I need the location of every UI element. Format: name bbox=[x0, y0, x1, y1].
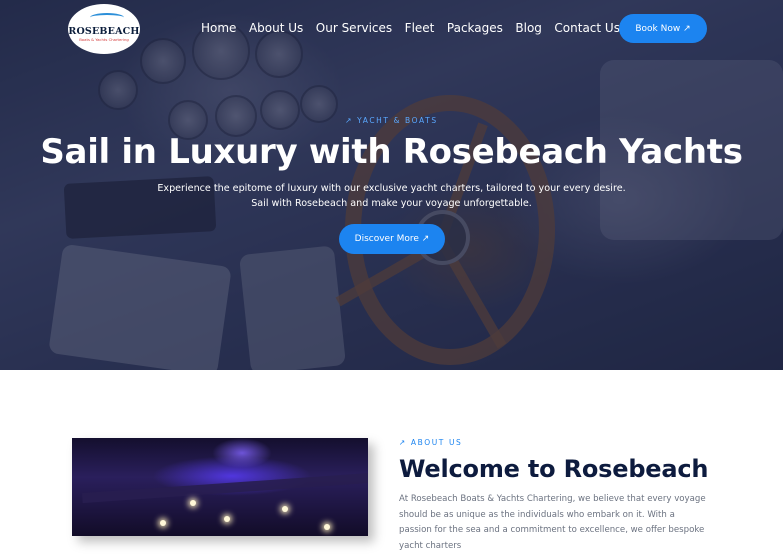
nav-contact-us[interactable]: Contact Us bbox=[554, 20, 620, 36]
nav-our-services[interactable]: Our Services bbox=[316, 20, 392, 36]
nav-fleet[interactable]: Fleet bbox=[405, 20, 435, 36]
hero-eyebrow: ↗ YACHT & BOATS bbox=[345, 116, 438, 125]
book-now-button[interactable]: Book Now ↗ bbox=[619, 14, 707, 43]
site-logo[interactable]: ROSEBEACH Boats & Yachts Chartering bbox=[68, 4, 140, 54]
hero-subtitle-line-2: Sail with Rosebeach and make your voyage… bbox=[251, 198, 532, 209]
nav-home[interactable]: Home bbox=[201, 20, 236, 36]
ceiling-light bbox=[324, 524, 330, 530]
nav-packages[interactable]: Packages bbox=[447, 20, 503, 36]
about-title: Welcome to Rosebeach bbox=[399, 455, 709, 483]
about-text: At Rosebeach Boats & Yachts Chartering, … bbox=[399, 494, 706, 551]
ceiling-light bbox=[282, 506, 288, 512]
purple-glow bbox=[212, 438, 272, 468]
logo-wave-icon bbox=[90, 13, 124, 22]
about-eyebrow: ↗ ABOUT US bbox=[399, 438, 463, 447]
hero-title: Sail in Luxury with Rosebeach Yachts bbox=[40, 132, 743, 172]
yacht-interior-image bbox=[72, 438, 368, 536]
nav-blog[interactable]: Blog bbox=[515, 20, 542, 36]
logo-subtitle: Boats & Yachts Chartering bbox=[79, 37, 129, 42]
site-header: ROSEBEACH Boats & Yachts Chartering Home… bbox=[0, 0, 783, 60]
discover-more-button[interactable]: Discover More ↗ bbox=[339, 224, 445, 254]
nav-about-us[interactable]: About Us bbox=[249, 20, 303, 36]
hero-subtitle-line-1: Experience the epitome of luxury with ou… bbox=[157, 183, 626, 194]
ceiling-light bbox=[224, 516, 230, 522]
hero-section: ROSEBEACH Boats & Yachts Chartering Home… bbox=[0, 0, 783, 370]
logo-title: ROSEBEACH bbox=[68, 26, 140, 37]
ceiling-light bbox=[160, 520, 166, 526]
hero-subtitle: Experience the epitome of luxury with ou… bbox=[0, 181, 783, 211]
ceiling-light bbox=[190, 500, 196, 506]
main-nav: Home About Us Our Services Fleet Package… bbox=[201, 20, 632, 36]
